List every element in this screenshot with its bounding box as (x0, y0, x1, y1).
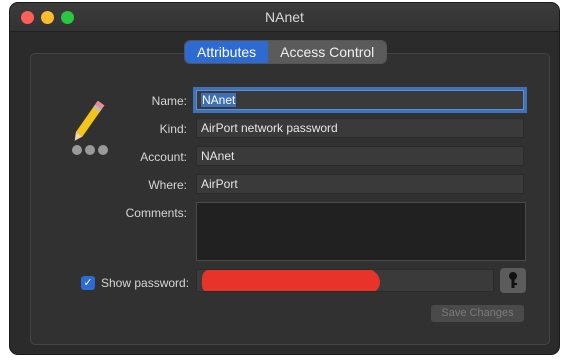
dot-icon (85, 145, 95, 155)
name-label: Name: (151, 94, 187, 108)
where-label: Where: (148, 178, 187, 192)
keychain-item-window: NAnet Attributes Access Control Name: NA… (10, 3, 559, 354)
tab-attributes[interactable]: Attributes (185, 41, 269, 63)
comments-label: Comments: (125, 206, 187, 220)
where-field[interactable]: AirPort (196, 174, 524, 194)
key-button[interactable] (500, 268, 526, 293)
name-value: NAnet (201, 93, 237, 107)
save-changes-button[interactable]: Save Changes (431, 305, 524, 322)
dot-icon (98, 145, 108, 155)
window-title: NAnet (265, 9, 304, 25)
tab-access-control[interactable]: Access Control (268, 41, 387, 63)
show-password-label: Show password: (101, 276, 190, 290)
name-field[interactable]: NAnet (196, 90, 524, 110)
account-label: Account: (140, 150, 187, 164)
password-field[interactable] (196, 269, 494, 292)
account-field[interactable]: NAnet (196, 146, 524, 166)
show-password-checkbox[interactable]: ✓ (81, 276, 95, 290)
tab-control: Attributes Access Control (185, 41, 387, 63)
password-item-icon (72, 100, 108, 155)
show-password-row: ✓ Show password: (81, 276, 189, 290)
kind-label: Kind: (159, 122, 187, 136)
dot-icon (72, 145, 82, 155)
key-icon (509, 272, 517, 288)
comments-field[interactable] (196, 202, 526, 261)
title-bar: NAnet (10, 3, 559, 32)
redaction-mark (202, 270, 380, 291)
kind-field[interactable]: AirPort network password (196, 118, 524, 138)
